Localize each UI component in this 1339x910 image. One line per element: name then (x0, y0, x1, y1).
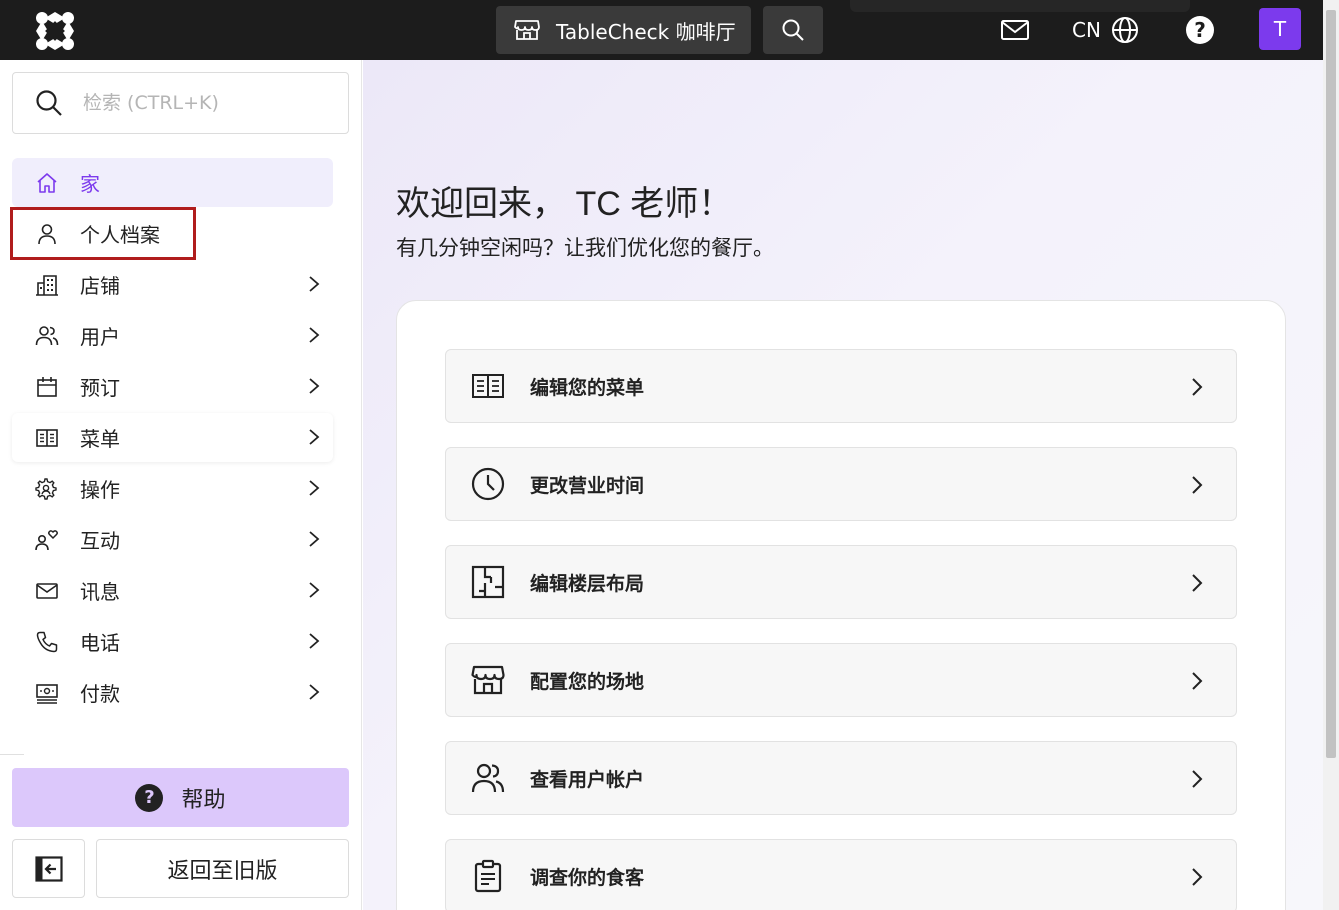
help-icon: ? (135, 783, 164, 812)
mail-icon (35, 579, 59, 603)
chevron-right-icon (1192, 868, 1203, 886)
global-search-button[interactable] (763, 6, 823, 54)
sidebar-item-home[interactable]: 家 (12, 158, 333, 207)
main-content: 欢迎回来， TC 老师！ 有几分钟空闲吗？让我们优化您的餐厅。 编辑您的菜单 更… (363, 60, 1323, 910)
sidebar-item-label: 电话 (80, 631, 120, 655)
chevron-right-icon (309, 582, 320, 598)
chevron-right-icon (309, 633, 320, 649)
tablecheck-logo[interactable] (34, 10, 76, 52)
calendar-icon (35, 375, 59, 399)
user-icon (35, 222, 59, 246)
collapse-sidebar-icon (34, 855, 63, 882)
chevron-right-icon (309, 378, 320, 394)
sidebar: 家 个人档案 店铺 用户 (0, 60, 362, 910)
chevron-right-icon (309, 327, 320, 343)
sidebar-item-label: 店铺 (80, 274, 120, 298)
storefront-icon (470, 662, 506, 698)
change-hours-action[interactable]: 更改营业时间 (445, 447, 1237, 521)
sidebar-item-label: 操作 (80, 478, 120, 502)
storefront-icon (514, 20, 540, 40)
help-button-label: 帮助 (181, 787, 226, 813)
chevron-right-icon (309, 684, 320, 700)
clipboard-icon (470, 858, 506, 894)
store-switcher-button[interactable]: TableCheck 咖啡厅 (496, 6, 751, 54)
sidebar-item-label: 互动 (80, 529, 120, 553)
sidebar-item-menu[interactable]: 菜单 (12, 413, 333, 462)
sidebar-nav: 家 个人档案 店铺 用户 预订 菜单 操作 互动 讯息 电话 付款 (10, 158, 333, 719)
search-icon (782, 19, 804, 41)
chevron-right-icon (1192, 574, 1203, 592)
sidebar-item-engagement[interactable]: 互动 (12, 515, 333, 564)
language-switcher[interactable]: CN (1072, 16, 1139, 44)
collapse-sidebar-button[interactable] (12, 839, 85, 898)
action-label: 更改营业时间 (530, 474, 645, 497)
sidebar-item-payments[interactable]: 付款 (12, 668, 333, 717)
sidebar-item-users[interactable]: 用户 (12, 311, 333, 360)
user-avatar[interactable]: T (1259, 8, 1301, 50)
sidebar-item-messages[interactable]: 讯息 (12, 566, 333, 615)
survey-diners-action[interactable]: 调查你的食客 (445, 839, 1237, 910)
help-icon[interactable]: ? (1186, 16, 1214, 44)
sidebar-search[interactable] (12, 72, 349, 134)
sidebar-item-label: 用户 (80, 325, 120, 349)
chevron-right-icon (1192, 672, 1203, 690)
action-label: 查看用户帐户 (530, 768, 645, 791)
search-input[interactable] (83, 92, 323, 114)
action-label: 调查你的食客 (530, 866, 645, 889)
quick-actions-card: 编辑您的菜单 更改营业时间 编辑楼层布局 配置您的场地 查看用户帐户 调查你的食… (396, 300, 1286, 910)
search-icon (36, 90, 62, 116)
sidebar-item-operations[interactable]: 操作 (12, 464, 333, 513)
legacy-version-label: 返回至旧版 (167, 858, 278, 884)
floor-plan-icon (470, 564, 506, 600)
store-name: TableCheck 咖啡厅 (556, 19, 736, 44)
mail-icon[interactable] (1000, 18, 1030, 42)
action-label: 配置您的场地 (530, 670, 645, 693)
sidebar-item-label: 付款 (80, 682, 120, 706)
action-label: 编辑楼层布局 (530, 572, 645, 595)
view-user-accounts-action[interactable]: 查看用户帐户 (445, 741, 1237, 815)
configure-venue-action[interactable]: 配置您的场地 (445, 643, 1237, 717)
sidebar-item-label: 菜单 (80, 427, 120, 451)
users-icon (470, 760, 506, 796)
page-title: 欢迎回来， TC 老师！ (396, 185, 733, 223)
top-bar: TableCheck 咖啡厅 CN ? T (0, 0, 1323, 60)
chevron-right-icon (1192, 770, 1203, 788)
sidebar-item-label: 预订 (80, 376, 120, 400)
globe-icon (1111, 17, 1138, 43)
sidebar-item-profile[interactable]: 个人档案 (10, 207, 196, 260)
sidebar-item-label: 个人档案 (80, 223, 160, 247)
home-icon (35, 171, 59, 195)
engagement-icon (35, 528, 59, 552)
legacy-version-button[interactable]: 返回至旧版 (96, 839, 349, 898)
chevron-right-icon (1192, 476, 1203, 494)
sidebar-item-phone[interactable]: 电话 (12, 617, 333, 666)
edit-floor-layout-action[interactable]: 编辑楼层布局 (445, 545, 1237, 619)
top-overlay-strip (850, 0, 1190, 12)
users-icon (35, 324, 59, 348)
chevron-right-icon (309, 276, 320, 292)
gear-person-icon (35, 477, 59, 501)
menu-book-icon (35, 426, 59, 450)
sidebar-item-reservations[interactable]: 预订 (12, 362, 333, 411)
help-button[interactable]: ? 帮助 (12, 768, 349, 827)
building-icon (35, 273, 59, 297)
chevron-right-icon (309, 429, 320, 445)
menu-book-icon (470, 368, 506, 404)
page-subtitle: 有几分钟空闲吗？让我们优化您的餐厅。 (396, 236, 774, 260)
sidebar-item-label: 讯息 (80, 580, 120, 604)
chevron-right-icon (1192, 378, 1203, 396)
page-scrollbar[interactable] (1323, 0, 1339, 910)
chevron-right-icon (309, 531, 320, 547)
edit-menu-action[interactable]: 编辑您的菜单 (445, 349, 1237, 423)
language-code: CN (1072, 18, 1101, 42)
sidebar-item-label: 家 (80, 172, 100, 196)
clock-icon (470, 466, 506, 502)
phone-icon (35, 630, 59, 654)
divider (0, 754, 24, 755)
sidebar-item-stores[interactable]: 店铺 (12, 260, 333, 309)
action-label: 编辑您的菜单 (530, 376, 645, 399)
chevron-right-icon (309, 480, 320, 496)
payment-icon (35, 681, 59, 705)
scrollbar-thumb[interactable] (1326, 10, 1336, 758)
